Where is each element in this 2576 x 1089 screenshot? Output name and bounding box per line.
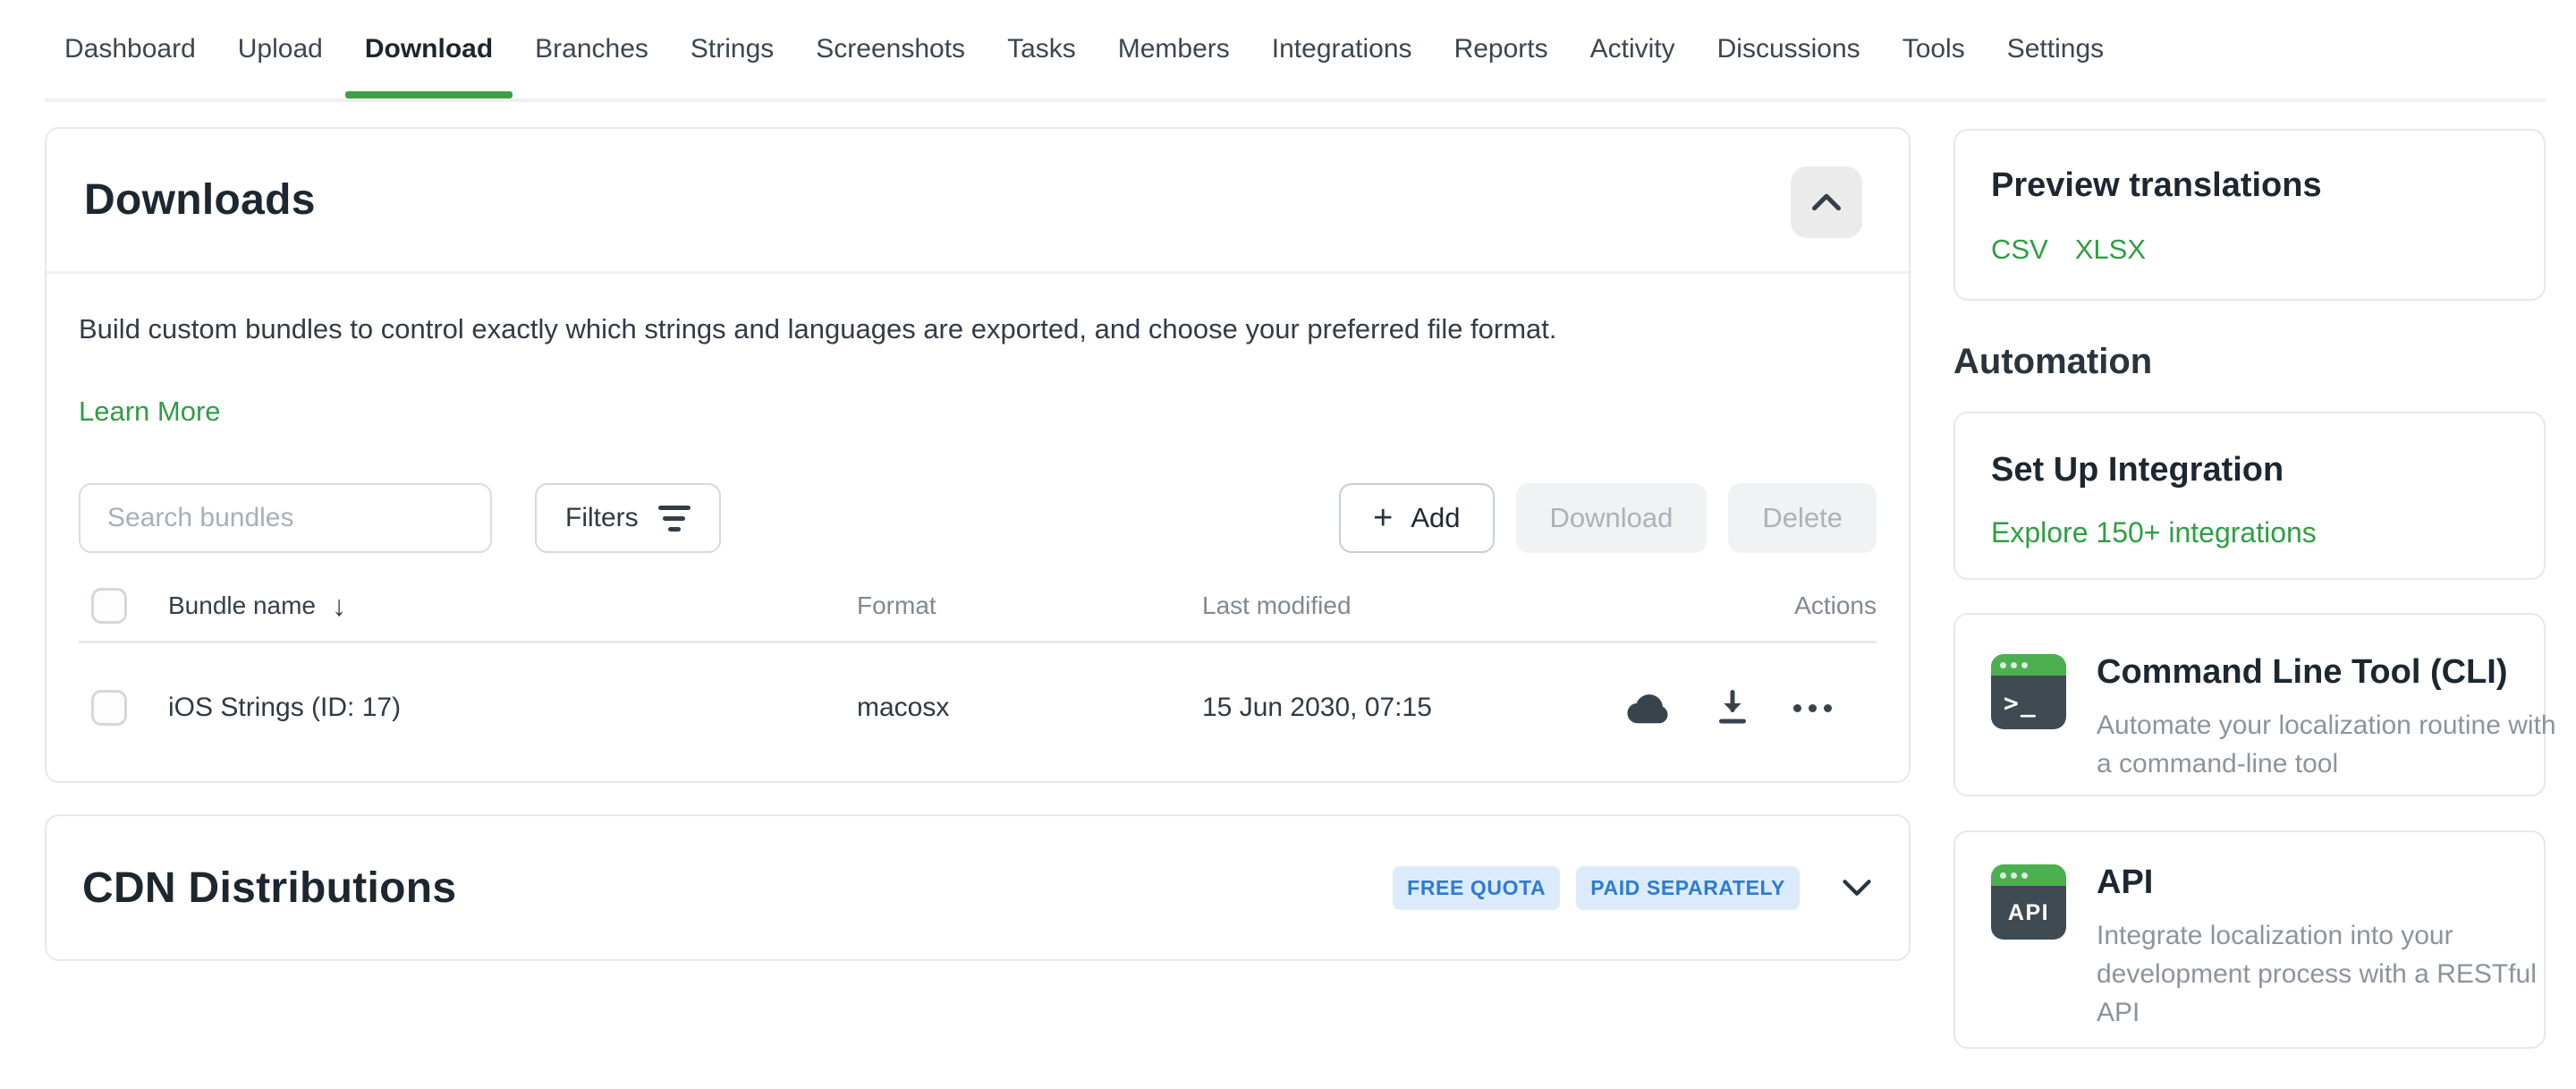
delete-button[interactable]: Delete bbox=[1728, 483, 1877, 553]
column-format: Format bbox=[857, 591, 1202, 620]
api-card[interactable]: API API Integrate localization into your… bbox=[1953, 830, 2546, 1049]
nav-item-discussions[interactable]: Discussions bbox=[1717, 0, 1860, 98]
plus-icon: + bbox=[1373, 501, 1393, 535]
preview-translations-card: Preview translations CSV XLSX bbox=[1953, 129, 2546, 301]
cdn-badges: FREE QUOTA PAID SEPARATELY bbox=[1393, 866, 1873, 910]
expand-cdn-button[interactable] bbox=[1841, 877, 1873, 898]
cloud-icon[interactable] bbox=[1625, 690, 1672, 726]
filter-icon bbox=[658, 506, 691, 532]
column-bundle-name[interactable]: Bundle name bbox=[168, 591, 316, 620]
filters-button-label: Filters bbox=[565, 503, 639, 533]
downloads-panel-header: Downloads bbox=[47, 129, 1909, 274]
badge-paid-separately: PAID SEPARATELY bbox=[1576, 866, 1800, 910]
row-actions bbox=[1625, 689, 1877, 727]
project-nav: Dashboard Upload Download Branches Strin… bbox=[0, 0, 2576, 98]
select-all-checkbox[interactable] bbox=[91, 588, 127, 624]
table-header: Bundle name ↓ Format Last modified Actio… bbox=[79, 571, 1877, 641]
table-row: iOS Strings (ID: 17) macosx 15 Jun 2030,… bbox=[79, 643, 1877, 772]
api-card-title: API bbox=[2097, 864, 2562, 902]
bundles-table: Bundle name ↓ Format Last modified Actio… bbox=[79, 571, 1877, 772]
set-up-integration-card: Set Up Integration Explore 150+ integrat… bbox=[1953, 412, 2546, 580]
nav-item-screenshots[interactable]: Screenshots bbox=[816, 0, 965, 98]
downloads-page: Dashboard Upload Download Branches Strin… bbox=[0, 0, 2576, 1089]
nav-item-branches[interactable]: Branches bbox=[535, 0, 648, 98]
add-bundle-button[interactable]: + Add bbox=[1339, 483, 1494, 553]
collapse-panel-button[interactable] bbox=[1791, 166, 1862, 238]
panel-description: Build custom bundles to control exactly … bbox=[79, 310, 1877, 349]
automation-heading: Automation bbox=[1953, 342, 2152, 382]
row-checkbox[interactable] bbox=[91, 690, 127, 726]
more-actions-ellipsis-icon[interactable] bbox=[1793, 704, 1832, 712]
page-title: Downloads bbox=[84, 175, 316, 225]
preview-links: CSV XLSX bbox=[1991, 234, 2508, 266]
preview-translations-title: Preview translations bbox=[1991, 166, 2508, 205]
bundle-format: macosx bbox=[857, 693, 1202, 723]
nav-item-download[interactable]: Download bbox=[365, 0, 493, 98]
api-icon: API bbox=[1991, 864, 2066, 940]
set-up-integration-title: Set Up Integration bbox=[1991, 451, 2508, 489]
nav-divider bbox=[45, 98, 2546, 102]
nav-item-settings[interactable]: Settings bbox=[2007, 0, 2104, 98]
cli-card[interactable]: >_ Command Line Tool (CLI) Automate your… bbox=[1953, 613, 2546, 796]
nav-item-upload[interactable]: Upload bbox=[238, 0, 323, 98]
xlsx-link[interactable]: XLSX bbox=[2075, 234, 2146, 266]
csv-link[interactable]: CSV bbox=[1991, 234, 2048, 266]
cdn-distributions-panel: CDN Distributions FREE QUOTA PAID SEPARA… bbox=[45, 814, 1911, 961]
chevron-down-icon bbox=[1841, 877, 1873, 898]
bundle-last-modified: 15 Jun 2030, 07:15 bbox=[1202, 693, 1625, 723]
badge-free-quota: FREE QUOTA bbox=[1393, 866, 1560, 910]
column-actions: Actions bbox=[1794, 591, 1877, 620]
nav-item-tasks[interactable]: Tasks bbox=[1007, 0, 1076, 98]
download-icon[interactable] bbox=[1715, 689, 1750, 727]
downloads-panel-body: Build custom bundles to control exactly … bbox=[47, 274, 1909, 772]
learn-more-link[interactable]: Learn More bbox=[79, 396, 221, 428]
nav-item-reports[interactable]: Reports bbox=[1454, 0, 1548, 98]
nav-item-dashboard[interactable]: Dashboard bbox=[64, 0, 196, 98]
download-button[interactable]: Download bbox=[1516, 483, 1707, 553]
downloads-panel: Downloads Build custom bundles to contro… bbox=[45, 127, 1911, 783]
sort-descending-icon[interactable]: ↓ bbox=[332, 590, 346, 623]
cdn-title: CDN Distributions bbox=[82, 864, 456, 913]
toolbar-actions: + Add Download Delete bbox=[1339, 483, 1877, 553]
nav-item-integrations[interactable]: Integrations bbox=[1272, 0, 1412, 98]
api-card-description: Integrate localization into your develop… bbox=[2097, 916, 2562, 1032]
column-last-modified: Last modified bbox=[1202, 591, 1794, 620]
search-bundles-input[interactable] bbox=[79, 483, 492, 553]
chevron-up-icon bbox=[1810, 192, 1843, 212]
cli-card-title: Command Line Tool (CLI) bbox=[2097, 654, 2562, 692]
bundles-toolbar: Filters + Add Download Delete bbox=[79, 483, 1877, 553]
filters-button[interactable]: Filters bbox=[535, 483, 721, 553]
nav-item-members[interactable]: Members bbox=[1118, 0, 1230, 98]
nav-item-strings[interactable]: Strings bbox=[691, 0, 774, 98]
add-button-label: Add bbox=[1411, 502, 1460, 534]
terminal-icon: >_ bbox=[1991, 654, 2066, 729]
explore-integrations-link[interactable]: Explore 150+ integrations bbox=[1991, 516, 2317, 549]
nav-item-tools[interactable]: Tools bbox=[1902, 0, 1965, 98]
bundle-name[interactable]: iOS Strings (ID: 17) bbox=[168, 693, 401, 723]
cli-card-description: Automate your localization routine with … bbox=[2097, 706, 2562, 783]
nav-item-activity[interactable]: Activity bbox=[1590, 0, 1675, 98]
